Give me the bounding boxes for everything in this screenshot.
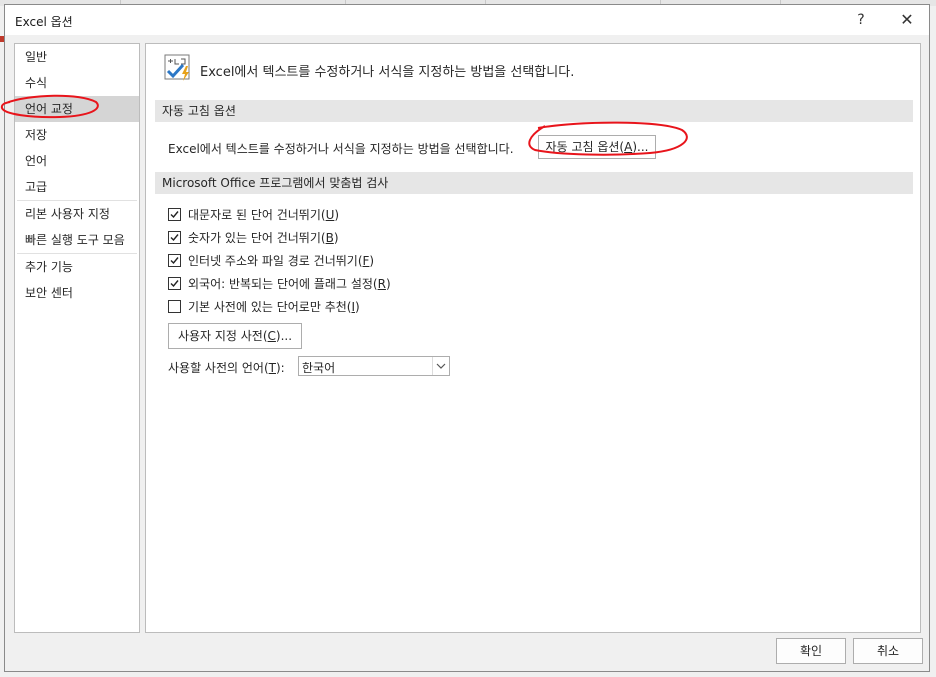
- dictionary-language-value: 한국어: [302, 361, 336, 375]
- dialog-title: Excel 옵션: [15, 15, 73, 29]
- ok-button[interactable]: 확인: [776, 638, 846, 664]
- sidebar-item-language[interactable]: 언어: [15, 148, 139, 174]
- spelling-section-title: Microsoft Office 프로그램에서 맞춤법 검사: [155, 172, 913, 194]
- sidebar-item-proofing[interactable]: 언어 교정: [15, 96, 139, 122]
- close-button[interactable]: ✕: [893, 9, 921, 31]
- sidebar-item-save[interactable]: 저장: [15, 122, 139, 148]
- options-navigation: 일반 수식 언어 교정 저장 언어 고급 리본 사용자 지정 빠른 실행 도구 …: [14, 43, 140, 633]
- cancel-button[interactable]: 취소: [853, 638, 923, 664]
- dictionary-language-select[interactable]: 한국어: [298, 356, 450, 376]
- dictionary-language-label: 사용할 사전의 언어(T):: [168, 361, 285, 375]
- checkbox-ignore-internet-addresses[interactable]: [168, 254, 181, 267]
- custom-dictionaries-button[interactable]: 사용자 지정 사전(C)...: [168, 323, 302, 349]
- autocorrect-section-title: 자동 고침 옵션: [155, 100, 913, 122]
- chevron-down-icon[interactable]: [432, 357, 449, 375]
- sidebar-item-advanced[interactable]: 고급: [15, 174, 139, 200]
- proofing-panel: Excel에서 텍스트를 수정하거나 서식을 지정하는 방법을 선택합니다. 자…: [145, 43, 921, 633]
- sidebar-item-trust-center[interactable]: 보안 센터: [15, 280, 139, 306]
- checkbox-ignore-uppercase[interactable]: [168, 208, 181, 221]
- checkbox-flag-repeated-words[interactable]: [168, 277, 181, 290]
- checkmark-icon: [170, 257, 179, 265]
- proofing-abc-check-icon: [164, 54, 190, 81]
- checkbox-suggest-main-dictionary-only[interactable]: [168, 300, 181, 313]
- sidebar-item-general[interactable]: 일반: [15, 44, 139, 70]
- help-button[interactable]: ?: [847, 9, 875, 31]
- checkbox-ignore-numbers[interactable]: [168, 231, 181, 244]
- checkmark-icon: [170, 211, 179, 219]
- title-bar: Excel 옵션 ? ✕: [5, 5, 929, 35]
- autocorrect-description: Excel에서 텍스트를 수정하거나 서식을 지정하는 방법을 선택합니다.: [168, 142, 514, 156]
- autocorrect-options-button[interactable]: 자동 고침 옵션(A)...: [538, 135, 656, 159]
- background-edge-marker: [0, 36, 4, 42]
- panel-header-text: Excel에서 텍스트를 수정하거나 서식을 지정하는 방법을 선택합니다.: [200, 65, 575, 80]
- sidebar-item-add-ins[interactable]: 추가 기능: [15, 254, 139, 280]
- sidebar-item-formulas[interactable]: 수식: [15, 70, 139, 96]
- sidebar-item-customize-ribbon[interactable]: 리본 사용자 지정: [15, 201, 139, 227]
- checkmark-icon: [170, 234, 179, 242]
- sidebar-item-quick-access-toolbar[interactable]: 빠른 실행 도구 모음: [15, 227, 139, 253]
- excel-options-dialog: Excel 옵션 ? ✕ 일반 수식 언어 교정 저장 언어 고급 리본 사용자…: [4, 4, 930, 672]
- checkmark-icon: [170, 280, 179, 288]
